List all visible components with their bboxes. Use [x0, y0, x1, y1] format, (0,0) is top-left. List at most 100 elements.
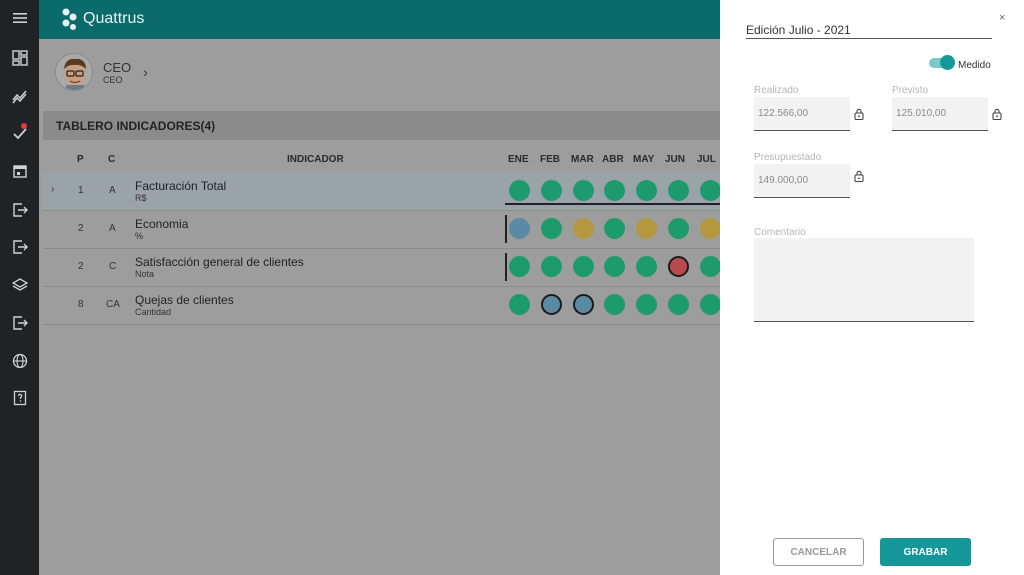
help-book-icon[interactable]	[0, 386, 39, 410]
month-header-feb: FEB	[540, 154, 560, 165]
status-dot-jun[interactable]	[668, 294, 689, 315]
globe-icon[interactable]	[0, 349, 39, 373]
row-priority: 1	[78, 185, 84, 196]
month-header-jul: JUL	[697, 154, 716, 165]
status-dot-ene[interactable]	[509, 294, 530, 315]
status-dot-abr[interactable]	[604, 256, 625, 277]
row-class: C	[109, 261, 117, 272]
calendar-icon[interactable]	[0, 159, 39, 183]
status-dot-may[interactable]	[636, 218, 657, 239]
row-priority: 8	[78, 299, 84, 310]
status-dot-jul[interactable]	[700, 180, 721, 201]
row-class: A	[109, 185, 116, 196]
month-header-may: MAY	[633, 154, 655, 165]
status-dot-mar[interactable]	[573, 294, 594, 315]
status-dot-mar[interactable]	[573, 218, 594, 239]
table-row[interactable]: 8 CA Quejas de clientes Cantidad	[43, 287, 721, 325]
indicator-title[interactable]: Satisfacción general de clientes	[135, 255, 304, 269]
notification-badge	[21, 123, 27, 129]
lock-icon	[854, 170, 864, 182]
status-dot-jun[interactable]	[668, 218, 689, 239]
indicator-unit: Cantidad	[135, 307, 172, 317]
logo-icon	[62, 8, 77, 30]
left-nav-rail	[0, 0, 39, 575]
previsto-field[interactable]: 125.010,00	[892, 97, 988, 131]
col-header-indicador: INDICADOR	[287, 154, 344, 165]
presupuestado-field[interactable]: 149.000,00	[754, 164, 850, 198]
status-dot-abr[interactable]	[604, 180, 625, 201]
status-dot-feb[interactable]	[541, 180, 562, 201]
status-dot-ene[interactable]	[509, 180, 530, 201]
comentario-textarea[interactable]	[754, 238, 974, 322]
medido-label: Medido	[958, 60, 991, 71]
chevron-right-icon[interactable]: ›	[143, 64, 148, 80]
realizado-field[interactable]: 122.566,00	[754, 97, 850, 131]
cancel-button[interactable]: CANCELAR	[773, 538, 864, 566]
indicator-title[interactable]: Facturación Total	[135, 179, 226, 193]
status-dot-feb[interactable]	[541, 256, 562, 277]
status-dot-abr[interactable]	[604, 294, 625, 315]
app-logo[interactable]: Quattrus	[61, 7, 144, 31]
indicator-title[interactable]: Economia	[135, 217, 188, 231]
month-header-abr: ABR	[602, 154, 624, 165]
month-header-jun: JUN	[665, 154, 686, 165]
status-dot-may[interactable]	[636, 256, 657, 277]
medido-toggle[interactable]	[929, 55, 955, 70]
status-dot-may[interactable]	[636, 294, 657, 315]
status-dot-jul[interactable]	[700, 256, 721, 277]
table-row[interactable]: 2 A Economia%	[43, 211, 721, 249]
realizado-label: Realizado	[754, 85, 799, 96]
export-icon-2[interactable]	[0, 235, 39, 259]
lock-icon	[992, 108, 1002, 120]
status-dot-jun[interactable]	[668, 180, 689, 201]
edit-panel: Edición Julio - 2021 × Medido Realizado …	[720, 0, 1024, 575]
status-dot-ene[interactable]	[509, 218, 530, 239]
main-content: CEO CEO › TABLERO INDICADORES(4) P C IND…	[39, 39, 721, 575]
export-icon[interactable]	[0, 198, 39, 222]
menu-icon[interactable]	[0, 6, 39, 30]
row-underline	[505, 203, 720, 205]
panel-title: Edición Julio - 2021	[746, 23, 992, 39]
avatar	[55, 53, 93, 91]
profile-name: CEO	[103, 59, 132, 75]
status-dot-abr[interactable]	[604, 218, 625, 239]
layers-icon[interactable]	[0, 273, 39, 297]
cell-marker	[505, 253, 507, 281]
row-priority: 2	[78, 223, 84, 234]
status-dot-ene[interactable]	[509, 256, 530, 277]
col-header-c: C	[108, 154, 116, 165]
dashboard-title: TABLERO INDICADORES(4)	[56, 119, 216, 133]
row-class: CA	[106, 299, 120, 310]
status-dot-jun[interactable]	[668, 256, 689, 277]
month-header-ene: ENE	[508, 154, 529, 165]
status-dot-jul[interactable]	[700, 294, 721, 315]
comentario-label: Comentario	[754, 227, 806, 238]
profile-selector[interactable]: CEO CEO ›	[55, 53, 148, 91]
top-bar: Quattrus	[39, 0, 720, 39]
table-row[interactable]: 2 C Satisfacción general de clientes Nota	[43, 249, 721, 287]
export-icon-3[interactable]	[0, 311, 39, 335]
month-header-mar: MAR	[571, 154, 594, 165]
status-dot-feb[interactable]	[541, 218, 562, 239]
app-name: Quattrus	[83, 10, 145, 27]
status-dot-mar[interactable]	[573, 256, 594, 277]
expand-chevron-icon[interactable]: ›	[51, 184, 54, 195]
indicator-unit: %	[135, 231, 144, 241]
trend-icon[interactable]	[0, 84, 39, 108]
tasks-icon[interactable]	[0, 121, 39, 145]
status-dot-may[interactable]	[636, 180, 657, 201]
presupuestado-label: Presupuestado	[754, 152, 822, 163]
close-icon[interactable]: ×	[999, 12, 1005, 24]
row-class: A	[109, 223, 116, 234]
status-dot-mar[interactable]	[573, 180, 594, 201]
dashboard-header: TABLERO INDICADORES(4)	[43, 111, 720, 140]
row-priority: 2	[78, 261, 84, 272]
table-row[interactable]: › 1 A Facturación Total R$	[43, 173, 721, 211]
status-dot-feb[interactable]	[541, 294, 562, 315]
indicator-title[interactable]: Quejas de clientes	[135, 293, 234, 307]
profile-role: CEO	[103, 74, 123, 85]
cell-marker	[505, 215, 507, 243]
status-dot-jul[interactable]	[700, 218, 721, 239]
dashboard-icon[interactable]	[0, 46, 39, 70]
save-button[interactable]: GRABAR	[880, 538, 971, 566]
